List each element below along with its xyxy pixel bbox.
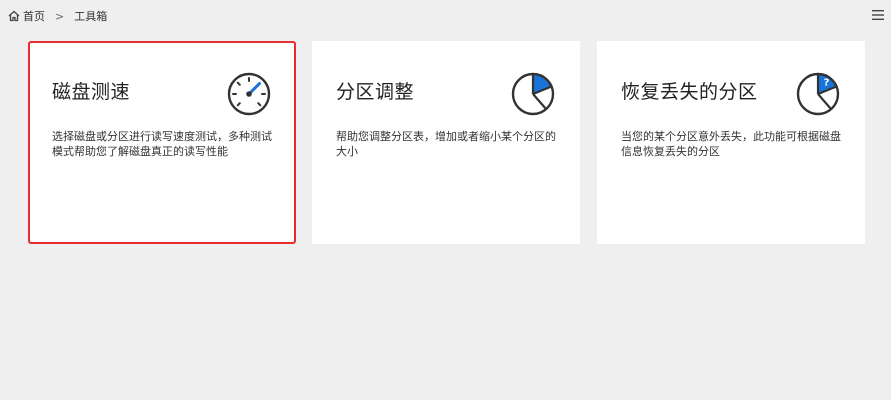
card-recover-partition[interactable]: 恢复丢失的分区 ? 当您的某个分区意外丢失，此功能可根据磁盘信息恢复丢失的分区	[597, 41, 865, 244]
card-disk-speed-test[interactable]: 磁盘测速 选择磁盘或分区进行读写速度测试，多种测试模式帮助您了解磁盘真正的读写性…	[28, 41, 296, 244]
pie-partition-icon	[511, 72, 555, 116]
card-title: 分区调整	[336, 81, 415, 103]
card-description: 选择磁盘或分区进行读写速度测试，多种测试模式帮助您了解磁盘真正的读写性能	[52, 130, 272, 158]
card-partition-adjust[interactable]: 分区调整 帮助您调整分区表，增加或者缩小某个分区的大小	[312, 41, 580, 244]
card-description: 帮助您调整分区表，增加或者缩小某个分区的大小	[336, 130, 556, 158]
breadcrumb-current: 工具箱	[74, 10, 108, 23]
breadcrumb-separator: >	[55, 9, 65, 23]
pie-question-icon: ?	[796, 72, 840, 116]
home-icon	[8, 10, 20, 22]
hamburger-menu-icon[interactable]	[872, 10, 884, 20]
speedometer-icon	[227, 72, 271, 116]
card-description: 当您的某个分区意外丢失，此功能可根据磁盘信息恢复丢失的分区	[621, 130, 841, 158]
breadcrumb-home-label: 首页	[23, 10, 45, 23]
card-title: 恢复丢失的分区	[621, 81, 758, 103]
top-bar: 首页 > 工具箱	[0, 0, 891, 30]
breadcrumb-home[interactable]: 首页	[8, 8, 45, 24]
svg-text:?: ?	[824, 78, 830, 89]
card-title: 磁盘测速	[52, 81, 131, 103]
breadcrumb: 首页 > 工具箱	[8, 8, 107, 24]
